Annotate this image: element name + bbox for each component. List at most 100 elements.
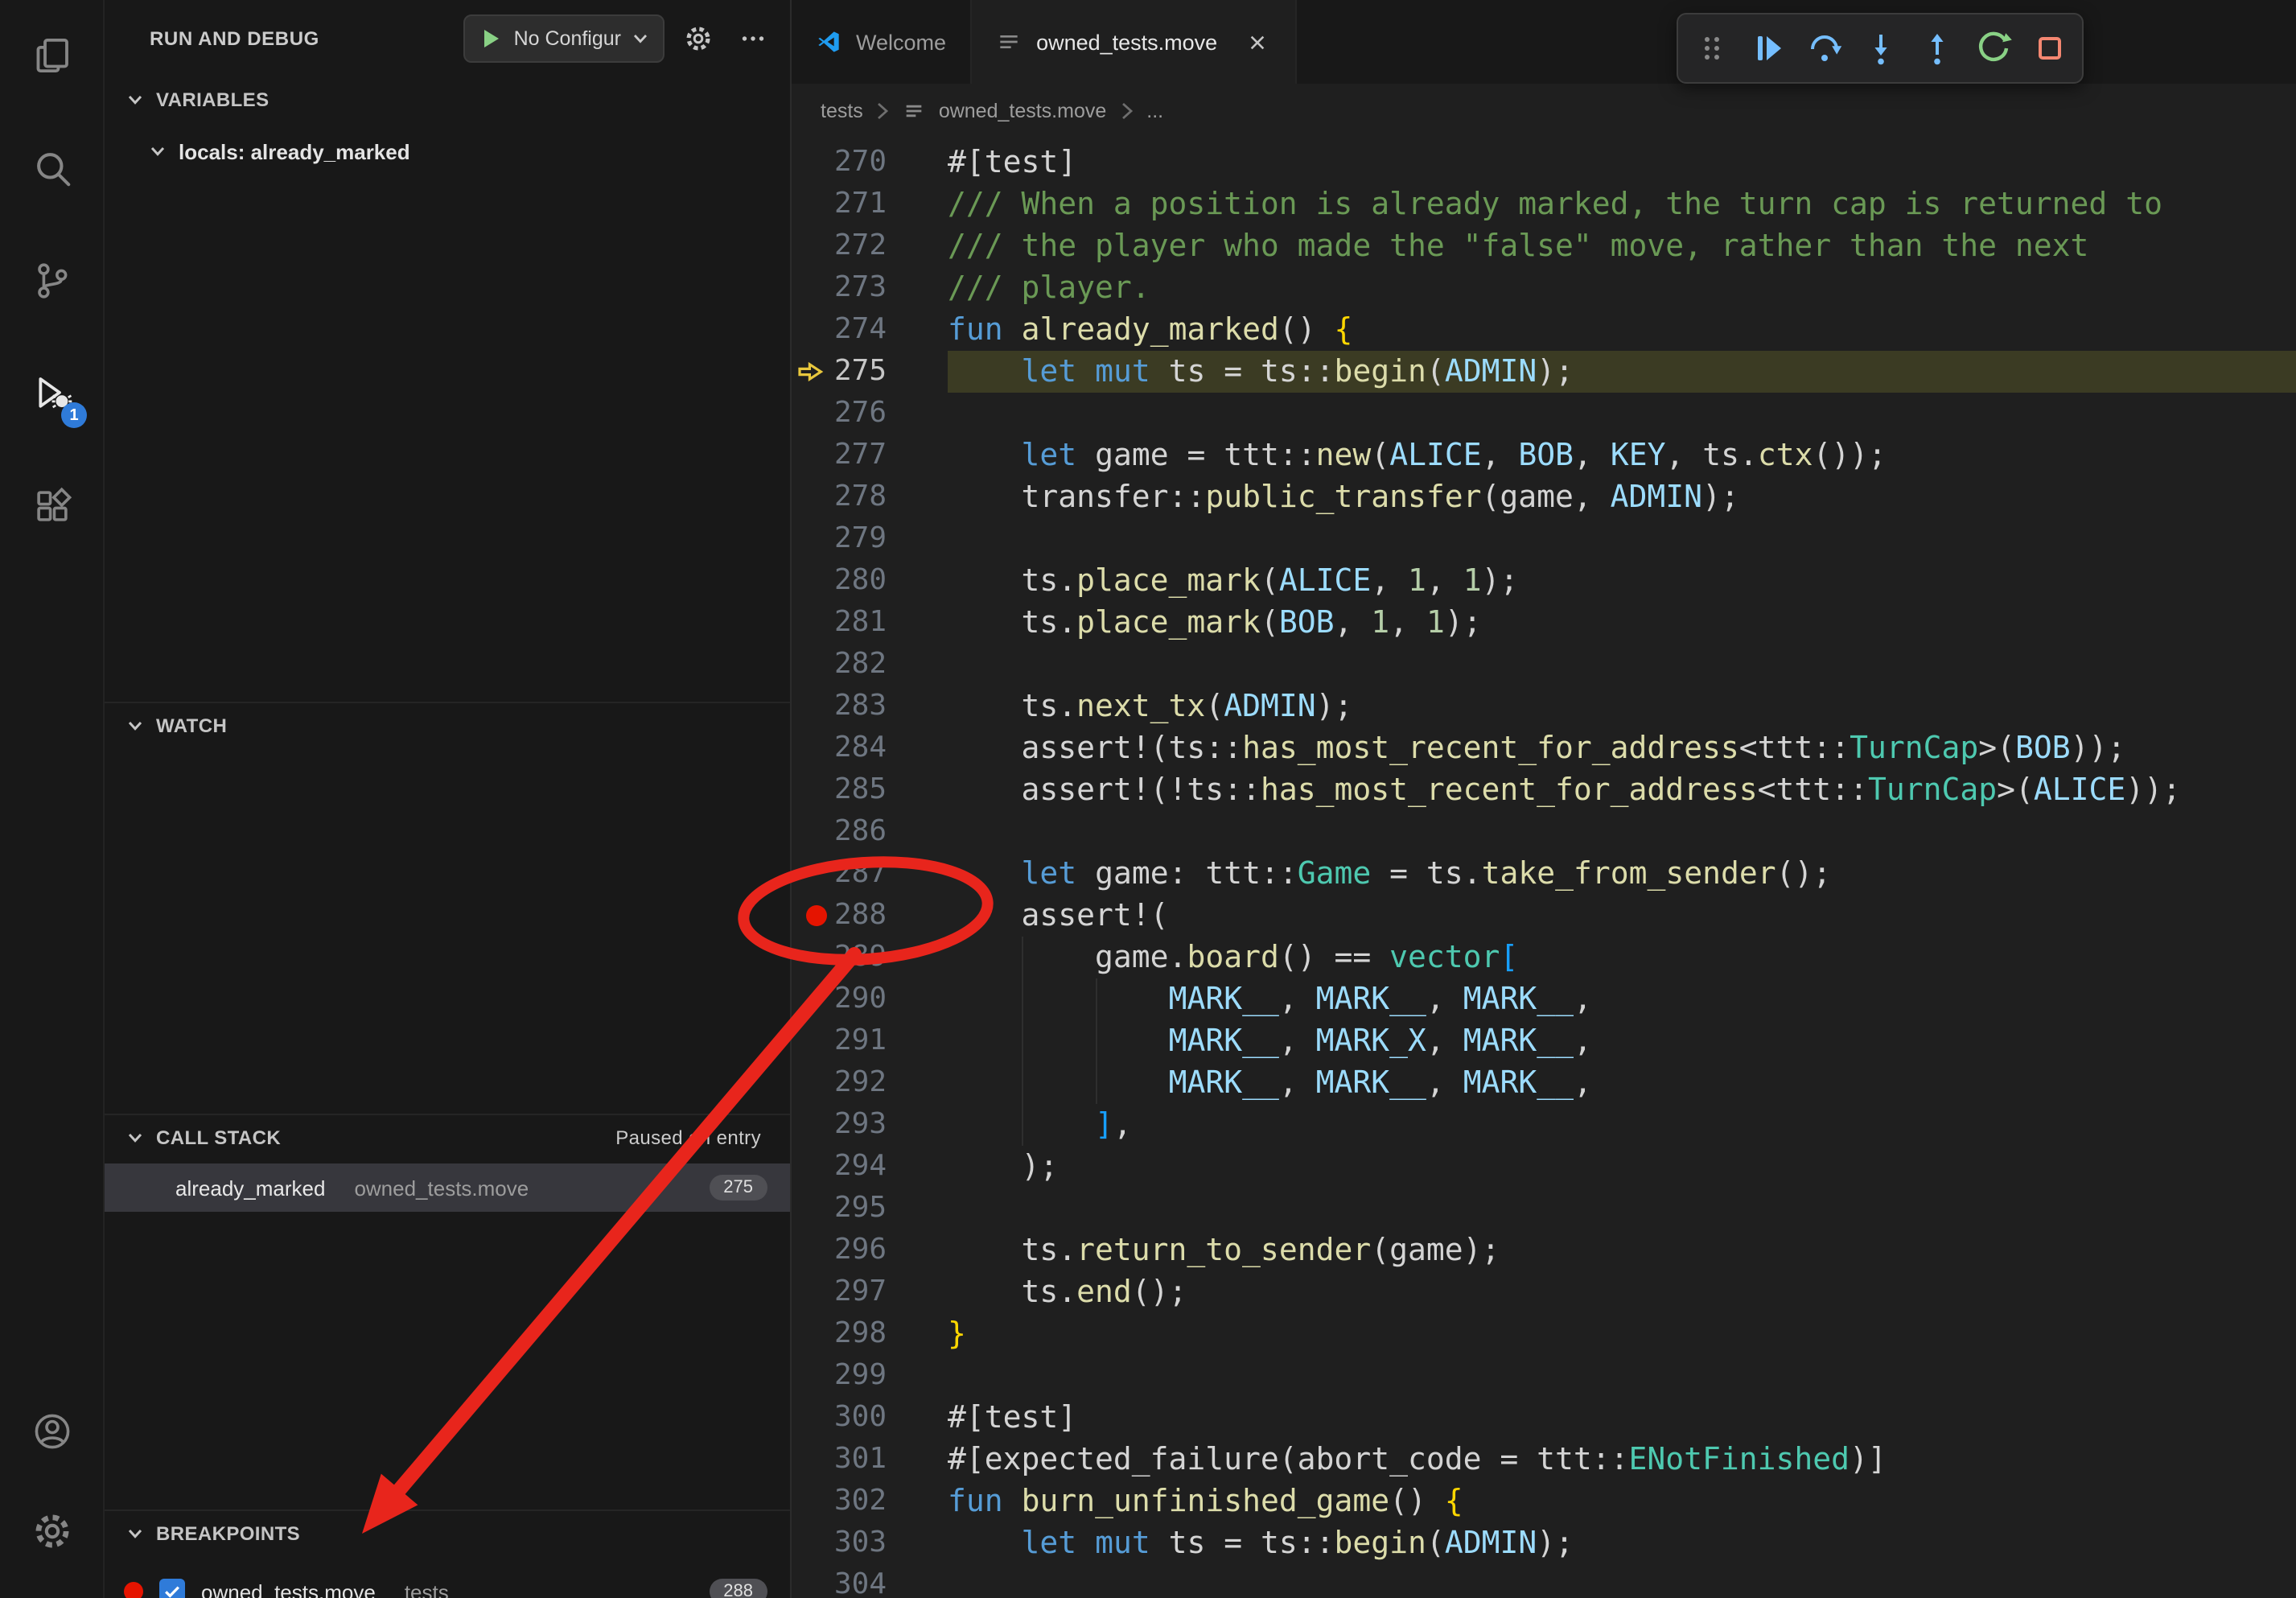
settings-gear-icon[interactable] (13, 1492, 90, 1569)
launch-config-dropdown[interactable]: No Configur (464, 14, 665, 63)
line-text: ); (948, 1146, 2296, 1188)
frame-line-badge: 275 (709, 1175, 767, 1201)
line-number: 287 (834, 853, 887, 895)
code-line-288: 288 assert!( (792, 895, 2296, 937)
step-over-icon[interactable] (1796, 21, 1852, 76)
gutter-line-281[interactable]: 281 (792, 602, 948, 644)
line-number: 277 (834, 435, 887, 476)
gutter-line-296[interactable]: 296 (792, 1229, 948, 1271)
breakpoint-dot-icon[interactable] (806, 905, 827, 926)
explorer-icon[interactable] (13, 16, 90, 93)
code-line-282: 282 (792, 644, 2296, 686)
line-number: 276 (834, 393, 887, 435)
chevron-right-icon (876, 101, 891, 121)
activity-bar-bottom (13, 1392, 90, 1598)
gutter-line-282[interactable]: 282 (792, 644, 948, 686)
gutter-line-301[interactable]: 301 (792, 1439, 948, 1481)
toolbar-drag-handle[interactable] (1683, 21, 1739, 76)
locals-scope-row[interactable]: locals: already_marked (105, 132, 790, 171)
code-line-271: 271/// When a position is already marked… (792, 183, 2296, 225)
panel-title: RUN AND DEBUG (150, 27, 319, 50)
breadcrumb-item-tests[interactable]: tests (821, 100, 863, 122)
extensions-icon[interactable] (13, 467, 90, 544)
gutter-line-289[interactable]: 289 (792, 937, 948, 978)
source-control-icon[interactable] (13, 241, 90, 319)
gutter-line-287[interactable]: 287 (792, 853, 948, 895)
line-number: 281 (834, 602, 887, 644)
gutter-line-297[interactable]: 297 (792, 1271, 948, 1313)
chevron-down-icon (632, 31, 648, 47)
more-actions-icon[interactable] (732, 18, 774, 60)
stop-icon[interactable] (2021, 21, 2077, 76)
breadcrumb-item-file[interactable]: owned_tests.move (939, 100, 1106, 122)
line-number: 297 (834, 1271, 887, 1313)
code-line-285: 285 assert!(!ts::has_most_recent_for_add… (792, 769, 2296, 811)
gutter-line-273[interactable]: 273 (792, 267, 948, 309)
account-icon[interactable] (13, 1392, 90, 1469)
gutter-line-272[interactable]: 272 (792, 225, 948, 267)
breakpoint-list-item[interactable]: owned_tests.move tests 288 (105, 1569, 790, 1598)
gutter-line-277[interactable]: 277 (792, 435, 948, 476)
locals-scope-label: locals: already_marked (179, 139, 410, 163)
gutter-line-270[interactable]: 270 (792, 142, 948, 183)
line-text: fun already_marked() { (948, 309, 2296, 351)
current-frame-arrow-icon (798, 359, 824, 385)
paused-status: Paused on entry (615, 1126, 767, 1149)
gutter-line-288[interactable]: 288 (792, 895, 948, 937)
breadcrumb-item-more[interactable]: ... (1146, 100, 1163, 122)
tab-owned-tests-move[interactable]: owned_tests.move (972, 0, 1296, 84)
gutter-line-300[interactable]: 300 (792, 1397, 948, 1439)
gutter-line-274[interactable]: 274 (792, 309, 948, 351)
gutter-line-275[interactable]: 275 (792, 351, 948, 393)
step-into-icon[interactable] (1852, 21, 1908, 76)
line-number: 285 (834, 769, 887, 811)
variables-section: VARIABLES locals: already_marked (105, 77, 790, 702)
gutter-line-276[interactable]: 276 (792, 393, 948, 435)
gutter-line-293[interactable]: 293 (792, 1104, 948, 1146)
line-text: let game = ttt::new(ALICE, BOB, KEY, ts.… (948, 435, 2296, 476)
gutter-line-304[interactable]: 304 (792, 1564, 948, 1598)
continue-icon[interactable] (1739, 21, 1796, 76)
stack-frame-row[interactable]: already_marked owned_tests.move 275 (105, 1163, 790, 1212)
gutter-line-284[interactable]: 284 (792, 727, 948, 769)
gutter-line-278[interactable]: 278 (792, 476, 948, 518)
search-icon[interactable] (13, 129, 90, 206)
line-number: 286 (834, 811, 887, 853)
gutter-line-292[interactable]: 292 (792, 1062, 948, 1104)
gutter-line-302[interactable]: 302 (792, 1481, 948, 1522)
watch-section-header[interactable]: WATCH (105, 703, 790, 748)
gutter-line-271[interactable]: 271 (792, 183, 948, 225)
line-text: /// the player who made the "false" move… (948, 225, 2296, 267)
editor-group: Welcome owned_tests.move tests owned_tes… (792, 0, 2296, 1598)
gutter-line-294[interactable]: 294 (792, 1146, 948, 1188)
tab-welcome[interactable]: Welcome (792, 0, 972, 84)
code-editor[interactable]: 270#[test]271/// When a position is alre… (792, 138, 2296, 1598)
gutter-line-279[interactable]: 279 (792, 518, 948, 560)
restart-icon[interactable] (1965, 21, 2021, 76)
breakpoint-enabled-checkbox[interactable] (159, 1579, 185, 1598)
gutter-line-280[interactable]: 280 (792, 560, 948, 602)
gutter-line-298[interactable]: 298 (792, 1313, 948, 1355)
gutter-line-283[interactable]: 283 (792, 686, 948, 727)
run-and-debug-icon[interactable]: 1 (13, 354, 90, 431)
watch-label: WATCH (156, 715, 227, 737)
close-tab-icon[interactable] (1245, 29, 1270, 55)
call-stack-section-header[interactable]: CALL STACK Paused on entry (105, 1115, 790, 1160)
line-number: 292 (834, 1062, 887, 1104)
breakpoints-section-header[interactable]: BREAKPOINTS (105, 1511, 790, 1556)
gutter-line-290[interactable]: 290 (792, 978, 948, 1020)
variables-section-header[interactable]: VARIABLES (105, 77, 790, 122)
chevron-down-icon (127, 1130, 143, 1146)
line-text: ts.place_mark(BOB, 1, 1); (948, 602, 2296, 644)
gutter-line-299[interactable]: 299 (792, 1355, 948, 1397)
gutter-line-295[interactable]: 295 (792, 1188, 948, 1229)
line-number: 278 (834, 476, 887, 518)
gutter-line-291[interactable]: 291 (792, 1020, 948, 1062)
gutter-line-303[interactable]: 303 (792, 1522, 948, 1564)
step-out-icon[interactable] (1908, 21, 1965, 76)
code-line-289: 289 game.board() == vector[ (792, 937, 2296, 978)
gutter-line-285[interactable]: 285 (792, 769, 948, 811)
line-number: 284 (834, 727, 887, 769)
gutter-line-286[interactable]: 286 (792, 811, 948, 853)
debug-settings-gear-icon[interactable] (677, 18, 719, 60)
